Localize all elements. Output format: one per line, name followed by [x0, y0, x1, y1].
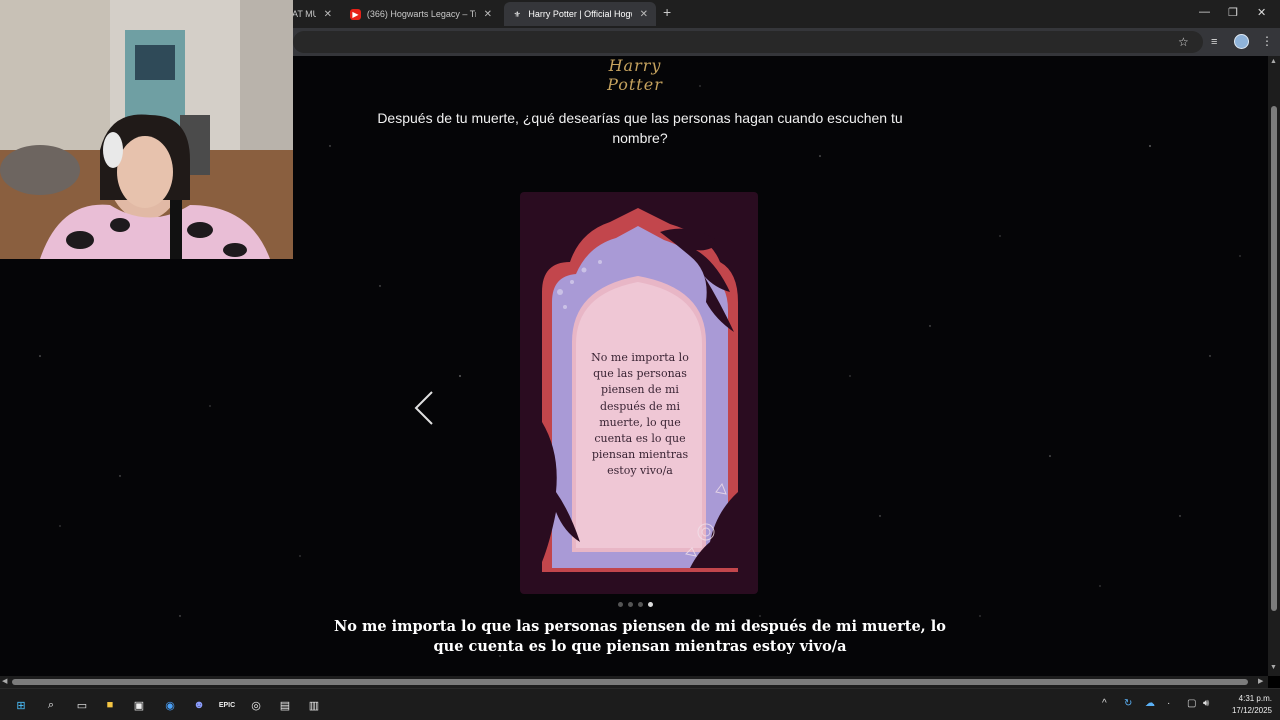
tab-title: Harry Potter | Official Hogwarts: [528, 9, 631, 19]
menu-dots-icon[interactable]: ⋮: [1261, 34, 1273, 48]
discord-icon[interactable]: ☻: [190, 696, 208, 714]
answer-card[interactable]: No me importa lo que las personas piense…: [520, 192, 758, 594]
horizontal-scrollbar[interactable]: ◀ ▶: [0, 676, 1268, 688]
scroll-down-icon[interactable]: ▼: [1270, 664, 1277, 671]
media-control-icon[interactable]: ≡: [1211, 36, 1217, 48]
file-explorer-icon[interactable]: ■: [101, 696, 119, 714]
address-bar[interactable]: [293, 31, 1203, 53]
minimize-button[interactable]: —: [1199, 6, 1210, 18]
carousel-dot[interactable]: [638, 602, 643, 607]
store-icon[interactable]: ▣: [130, 696, 148, 714]
tray-app-icon[interactable]: ·: [1167, 698, 1170, 709]
obs-icon[interactable]: ◎: [247, 696, 265, 714]
clock-date: 17/12/2025: [1231, 706, 1272, 715]
tab-3-active[interactable]: ⚜ Harry Potter | Official Hogwarts ✕: [504, 2, 656, 26]
vertical-scroll-thumb[interactable]: [1271, 106, 1277, 611]
carousel-dot-active[interactable]: [648, 602, 653, 607]
selected-answer-text: No me importa lo que las personas piense…: [334, 618, 946, 655]
webcam-overlay: [0, 0, 293, 259]
horizontal-scroll-thumb[interactable]: [12, 679, 1248, 685]
carousel-dot[interactable]: [628, 602, 633, 607]
task-view-icon[interactable]: ▭: [73, 696, 91, 714]
close-icon[interactable]: ✕: [324, 9, 332, 20]
bookmark-star-icon[interactable]: ☆: [1178, 35, 1189, 49]
new-tab-button[interactable]: +: [663, 4, 671, 20]
restore-button[interactable]: ❐: [1228, 6, 1238, 19]
epic-games-icon[interactable]: EPIC: [218, 696, 236, 714]
close-icon[interactable]: ✕: [484, 9, 492, 20]
app-icon-2[interactable]: ▥: [305, 696, 323, 714]
profile-avatar[interactable]: [1234, 34, 1249, 49]
close-icon[interactable]: ✕: [640, 9, 648, 20]
scroll-up-icon[interactable]: ▲: [1270, 58, 1277, 65]
youtube-icon: ▶: [350, 8, 361, 20]
tab-title: AT MU: [292, 9, 316, 19]
carousel-pagination: [618, 602, 653, 607]
network-icon[interactable]: ▢: [1187, 698, 1196, 709]
sync-icon[interactable]: ↻: [1124, 698, 1132, 709]
search-icon[interactable]: ⌕: [42, 696, 60, 714]
scroll-right-icon[interactable]: ▶: [1258, 677, 1263, 685]
scroll-left-icon[interactable]: ◀: [2, 677, 7, 685]
close-window-button[interactable]: ✕: [1257, 6, 1266, 19]
harry-potter-logo: Harry Potter: [607, 56, 663, 94]
windows-taskbar: ⊞ ⌕ ▭ ■ ▣ ◉ ☻ EPIC ◎ ▤ ▥ ^ ↻ ☁ · ▢ 🔊︎ 4:…: [0, 688, 1280, 720]
card-answer-text: No me importa lo que las personas piense…: [591, 351, 689, 478]
volume-icon[interactable]: 🔊︎: [1203, 698, 1209, 709]
carousel-dot[interactable]: [618, 602, 623, 607]
clock-time: 4:31 p.m.: [1238, 694, 1272, 703]
chrome-icon[interactable]: ◉: [161, 696, 179, 714]
cloud-icon[interactable]: ☁: [1145, 698, 1155, 709]
app-icon[interactable]: ▤: [276, 696, 294, 714]
carousel-prev-arrow-icon[interactable]: [410, 390, 440, 430]
system-clock[interactable]: 4:31 p.m. 17/12/2025: [1222, 693, 1272, 717]
tray-overflow-icon[interactable]: ^: [1102, 698, 1107, 709]
windows-start-icon[interactable]: ⊞: [12, 696, 30, 714]
webcam-feed-image: [0, 0, 293, 259]
tab-2[interactable]: ▶ (366) Hogwarts Legacy – Tráiler ✕: [342, 2, 500, 26]
vertical-scrollbar[interactable]: ▲ ▼: [1268, 56, 1280, 676]
quiz-question: Después de tu muerte, ¿qué desearías que…: [377, 110, 903, 146]
tab-title: (366) Hogwarts Legacy – Tráiler: [366, 9, 476, 19]
site-favicon-icon: ⚜: [513, 9, 521, 19]
